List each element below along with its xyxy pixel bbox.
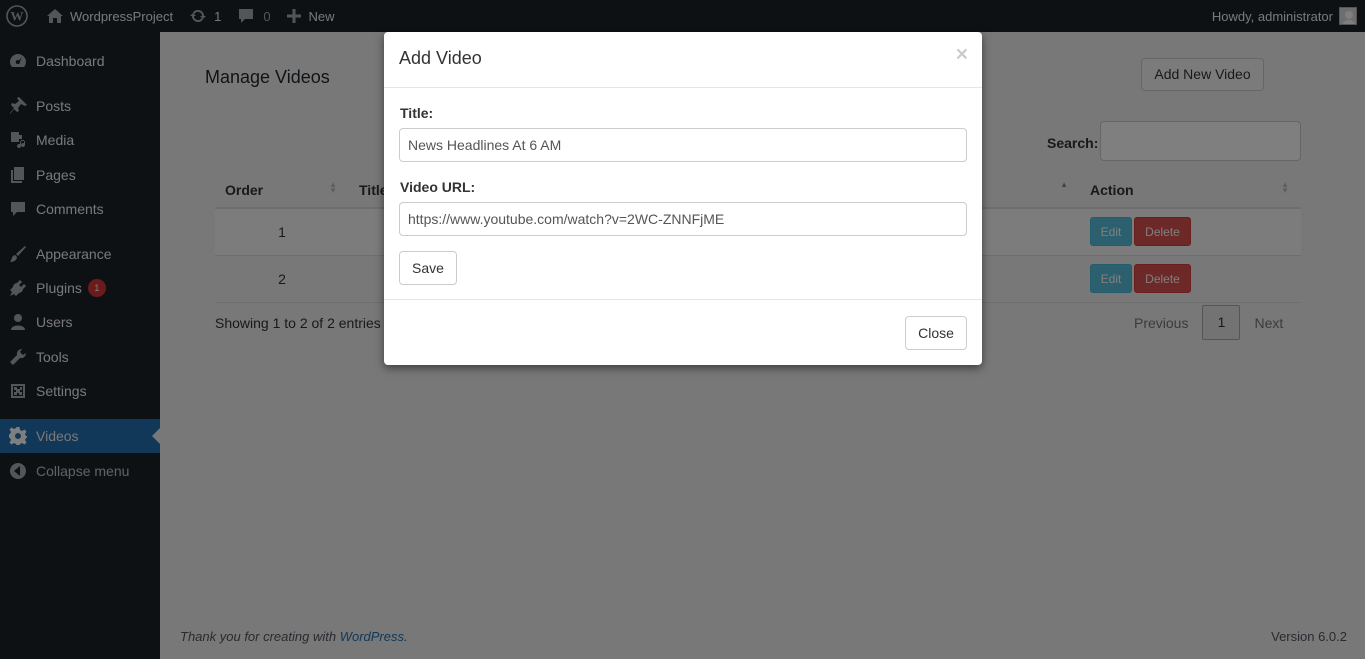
- close-button[interactable]: Close: [905, 316, 967, 350]
- save-button[interactable]: Save: [399, 251, 457, 285]
- title-label: Title:: [400, 105, 434, 121]
- video-url-label: Video URL:: [400, 179, 476, 195]
- modal-title: Add Video: [399, 48, 482, 68]
- modal-body: Title: Video URL: Save: [384, 88, 982, 300]
- add-video-modal: Add Video × Title: Video URL: Save Close: [384, 32, 982, 365]
- title-input[interactable]: [399, 128, 967, 162]
- close-icon[interactable]: ×: [956, 43, 968, 67]
- video-url-input[interactable]: [399, 202, 967, 236]
- modal-header: Add Video ×: [384, 32, 982, 88]
